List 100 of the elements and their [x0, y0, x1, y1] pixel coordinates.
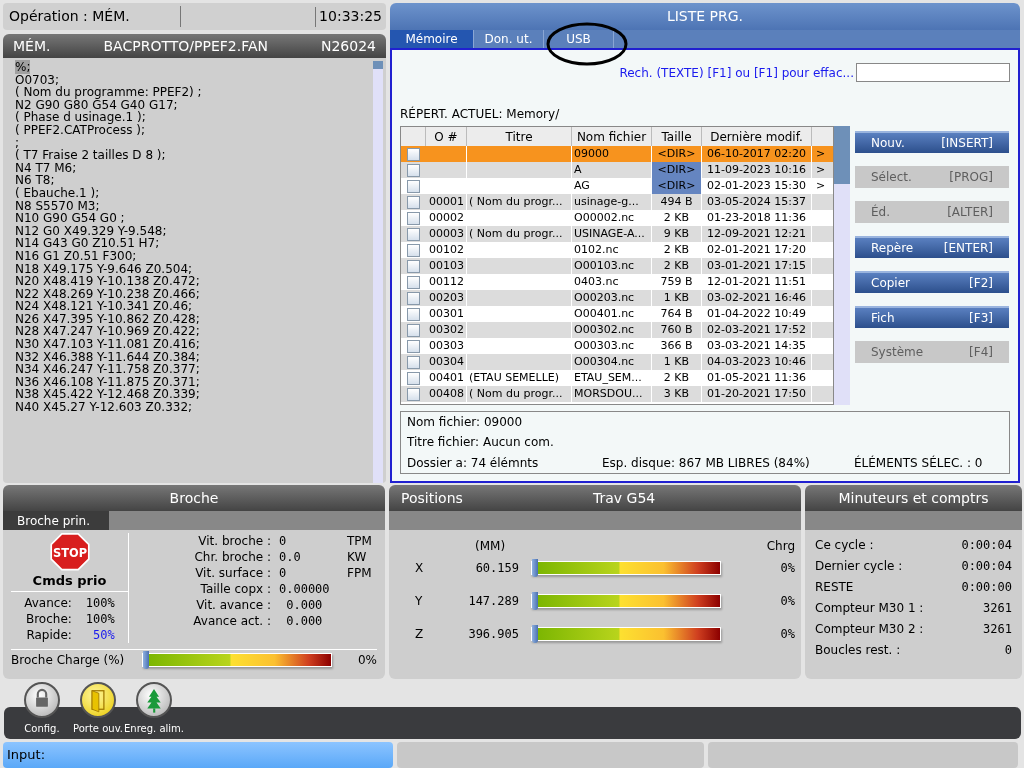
checkbox[interactable] — [407, 355, 420, 369]
timer-value: 3261 — [983, 621, 1012, 636]
action-button[interactable]: Repère [ENTER] — [855, 236, 1009, 258]
timer-label: Dernier cycle : — [815, 558, 903, 573]
checkbox[interactable] — [407, 323, 420, 337]
code-line: N20 X48.419 Y-10.138 Z0.472; — [15, 274, 200, 289]
table-cell: 11-09-2023 10:16 — [702, 162, 812, 178]
table-cell: 03-02-2021 16:46 — [702, 290, 812, 306]
table-row[interactable]: AG <DIR> 02-01-2023 15:30 > — [401, 178, 833, 194]
reading-value: 0.000 — [285, 613, 324, 629]
reading-label: Taille copx : — [199, 581, 271, 597]
shortcut-button[interactable] — [136, 682, 172, 718]
table-cell: O00203.nc — [572, 290, 652, 306]
search-field[interactable] — [856, 63, 1010, 82]
load-reading: 0% — [780, 560, 795, 577]
code-line: ( Nom du programme: PPEF2) ; — [15, 85, 202, 100]
reading-value: 0 — [279, 533, 288, 549]
code-line: N38 X45.422 Y-12.468 Z0.339; — [15, 387, 200, 402]
scrollbar[interactable] — [373, 61, 383, 483]
table-row[interactable]: 00103 O00103.nc 2 KB 03-01-2021 17:15 — [401, 258, 833, 274]
block-number: N26024 — [321, 36, 376, 56]
table-row[interactable]: 00301 O00401.nc 764 B 01-04-2022 10:49 — [401, 306, 833, 322]
timer-label: Ce cycle : — [815, 537, 874, 552]
checkbox[interactable] — [407, 227, 420, 241]
table-cell: 494 B — [652, 194, 702, 210]
table-scrollbar[interactable] — [834, 126, 850, 405]
table-row[interactable]: 00102 0102.nc 2 KB 02-01-2021 17:20 — [401, 242, 833, 258]
code-line: N28 X47.247 Y-10.969 Z0.422; — [15, 324, 200, 339]
checkbox[interactable] — [407, 275, 420, 289]
shortcut-button[interactable] — [80, 682, 116, 718]
table-cell: 00302 — [426, 322, 467, 338]
table-row[interactable]: 00408 ( Nom du progr... MORSDOU... 3 KB 01-20-2021 17:50 — [401, 386, 833, 402]
action-button[interactable]: Copier [F2] — [855, 271, 1009, 293]
table-cell: O00103.nc — [572, 258, 652, 274]
checkbox[interactable] — [407, 371, 420, 385]
reading-label: Avance act. : — [192, 613, 271, 629]
action-button[interactable]: Fich [F3] — [855, 306, 1009, 328]
axis-position: 396.905 — [467, 626, 519, 643]
current-directory: RÉPERT. ACTUEL: Memory/ — [400, 105, 561, 123]
panel-title: Positions — [401, 488, 464, 508]
checkbox[interactable] — [407, 147, 420, 161]
code-line: ( T7 Fraise 2 tailles D 8 ); — [15, 148, 166, 163]
checkbox[interactable] — [407, 339, 420, 353]
table-cell: O00302.nc — [572, 322, 652, 338]
code-line: N10 G90 G54 G0 ; — [15, 211, 125, 226]
checkbox[interactable] — [407, 291, 420, 305]
table-cell: ( Nom du progr... — [467, 226, 572, 242]
action-button[interactable]: Nouv. [INSERT] — [855, 131, 1009, 153]
override-label: Avance: — [24, 595, 72, 611]
reading-value: 0.00000 — [279, 581, 331, 597]
table-row[interactable]: 00112 0403.nc 759 B 12-01-2021 11:51 — [401, 274, 833, 290]
timer-label: Compteur M30 2 : — [815, 621, 924, 636]
table-cell: 02-03-2021 17:52 — [702, 322, 812, 338]
file-title: Titre fichier: Aucun com. — [407, 434, 555, 452]
table-row[interactable]: 00401 (ETAU SEMELLE) ETAU_SEM... 2 KB 01-05-2021 11:36 — [401, 370, 833, 386]
reading-label: Chr. broche : — [193, 549, 271, 565]
checkbox[interactable] — [407, 179, 420, 193]
table-row[interactable]: 00203 O00203.nc 1 KB 03-02-2021 16:46 — [401, 290, 833, 306]
shortcut-label: Porte ouv. — [73, 722, 123, 736]
code-line: N2 G90 G80 G54 G40 G17; — [15, 97, 178, 112]
table-row[interactable]: 00304 O00304.nc 1 KB 04-03-2023 10:46 — [401, 354, 833, 370]
checkbox[interactable] — [407, 195, 420, 209]
checkbox[interactable] — [407, 307, 420, 321]
spindle-tab[interactable]: Broche prin. — [3, 511, 109, 530]
table-row[interactable]: 00302 O00302.nc 760 B 02-03-2021 17:52 — [401, 322, 833, 338]
table-cell: 00304 — [426, 354, 467, 370]
timer-value: 0:00:00 — [961, 579, 1012, 594]
table-cell: O00304.nc — [572, 354, 652, 370]
table-row[interactable]: 00003 ( Nom du progr... USINAGE-A... 9 KB 12-09-2021 12:21 — [401, 226, 833, 242]
reading-unit: KW — [347, 549, 368, 565]
input-bar[interactable]: Input: — [3, 742, 393, 768]
reading-label: Vit. broche : — [197, 533, 271, 549]
shortcut-button[interactable] — [24, 682, 60, 718]
load-heading: Chrg — [766, 538, 795, 555]
stop-label: Cmds prio — [11, 570, 128, 592]
table-cell: <DIR> — [652, 162, 702, 178]
clock-time: 10:33:25 — [318, 7, 383, 26]
load-reading: 0% — [780, 593, 795, 610]
checkbox[interactable] — [407, 211, 420, 225]
reading-value: 0.0 — [279, 549, 302, 565]
program-mode: MÉM. — [13, 36, 51, 56]
table-row[interactable]: 00001 ( Nom du progr... usinage-g... 494 B 03-05-2024 15:37 — [401, 194, 833, 210]
axis-position: 60.159 — [474, 560, 519, 577]
load-label: Broche Charge (%) — [11, 652, 126, 669]
table-row[interactable]: 00002 O00002.nc 2 KB 01-23-2018 11:36 — [401, 210, 833, 226]
code-line: N6 T8; — [15, 173, 55, 188]
reading-label: Vit. surface : — [194, 565, 271, 581]
table-cell: MORSDOU... — [572, 386, 652, 402]
table-cell: 760 B — [652, 322, 702, 338]
checkbox[interactable] — [407, 387, 420, 401]
table-row[interactable]: 00303 O00303.nc 366 B 03-03-2021 14:35 — [401, 338, 833, 354]
tab[interactable]: Mémoire — [390, 30, 474, 48]
checkbox[interactable] — [407, 243, 420, 257]
code-line: N40 X45.27 Y-12.603 Z0.332; — [15, 400, 193, 415]
axis-label: Z — [415, 626, 425, 643]
program-path: BACPROTTO/PPEF2.FAN — [103, 36, 268, 56]
table-row[interactable]: A <DIR> 11-09-2023 10:16 > — [401, 162, 833, 178]
checkbox[interactable] — [407, 259, 420, 273]
checkbox[interactable] — [407, 163, 420, 177]
search-hint: Rech. (TEXTE) [F1] ou [F1] pour effac... — [619, 64, 854, 82]
